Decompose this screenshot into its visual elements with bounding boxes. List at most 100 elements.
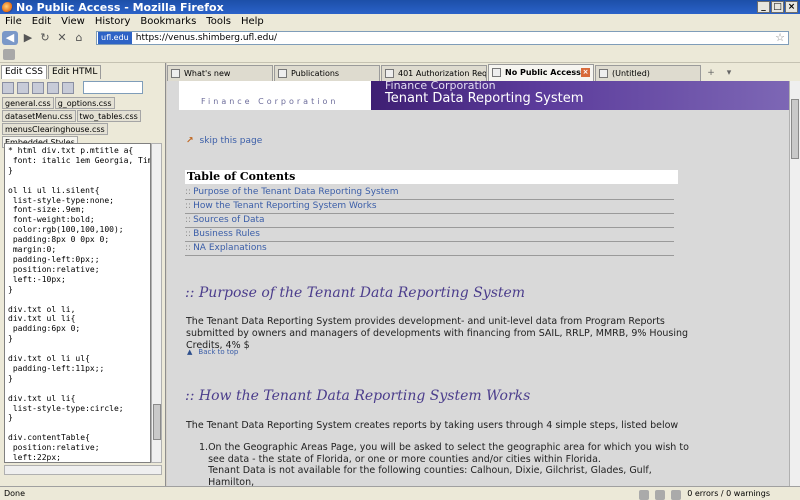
toc-item-sources[interactable]: :: Sources of Data [185, 214, 674, 228]
url-bar[interactable]: ufl.edu https://venus.shimberg.ufl.edu/ … [96, 31, 789, 45]
url-text[interactable]: https://venus.shimberg.ufl.edu/ [136, 33, 277, 43]
home-icon[interactable]: ⌂ [72, 31, 86, 45]
tab-whats-new[interactable]: What's new [167, 65, 273, 81]
paragraph-how: The Tenant Data Reporting System creates… [186, 420, 679, 431]
editor-vertical-scrollbar[interactable] [151, 143, 162, 463]
window-title: No Public Access - Mozilla Firefox [16, 0, 224, 14]
heading-purpose: :: Purpose of the Tenant Data Reporting … [185, 285, 526, 301]
tab-401-authorization[interactable]: 401 Authorization Requ... [381, 65, 487, 81]
menu-tools[interactable]: Tools [201, 16, 236, 27]
heading-how: :: How the Tenant Data Reporting System … [185, 388, 531, 404]
file-tab-g-options[interactable]: g_options.css [54, 97, 115, 109]
list-item: 1. On the Geographic Areas Page, you wil… [199, 442, 699, 486]
steps-list: 1. On the Geographic Areas Page, you wil… [199, 442, 699, 486]
tab-label: Publications [291, 69, 340, 78]
menu-bookmarks[interactable]: Bookmarks [135, 16, 201, 27]
skip-link[interactable]: ↗ skip this page [186, 136, 262, 146]
file-tab-dataset-menu[interactable]: datasetMenu.css [2, 110, 76, 122]
stylesheet-tabs: general.css g_options.css datasetMenu.cs… [0, 96, 165, 148]
panel-search-input[interactable] [83, 81, 143, 94]
addon-icon[interactable] [655, 489, 666, 500]
panel-tabs: Edit CSS Edit HTML [0, 63, 165, 79]
minimize-button[interactable]: _ [757, 1, 770, 13]
page-scroll-thumb[interactable] [791, 99, 799, 159]
tab-publications[interactable]: Publications [274, 65, 380, 81]
file-tab-general[interactable]: general.css [2, 97, 54, 109]
site-identity-badge[interactable]: ufl.edu [98, 32, 132, 44]
arrow-down-icon[interactable] [62, 81, 74, 94]
menu-history[interactable]: History [90, 16, 136, 27]
status-bar: Done 0 errors / 0 warnings [0, 486, 800, 500]
toc-item-business-rules[interactable]: :: Business Rules [185, 228, 674, 242]
editor-horizontal-scrollbar[interactable] [4, 465, 162, 475]
editor-scroll-thumb[interactable] [153, 404, 161, 440]
up-arrow-icon: ▲ [187, 348, 193, 356]
page-icon [278, 69, 287, 78]
arrow-icon: ↗ [186, 136, 194, 146]
error-icon[interactable] [671, 489, 682, 500]
stop-icon[interactable]: ✕ [55, 31, 69, 45]
toc-item-purpose[interactable]: :: Purpose of the Tenant Data Reporting S… [185, 186, 674, 200]
print-icon[interactable] [3, 49, 15, 60]
page-icon [599, 69, 608, 78]
forward-icon[interactable]: ▶ [21, 31, 35, 45]
firefox-icon [2, 1, 13, 13]
lock-icon[interactable] [639, 489, 650, 500]
step-1-note: Tenant Data is not available for the fol… [208, 465, 652, 486]
toc-item-na[interactable]: :: NA Explanations [185, 242, 674, 256]
css-editor-panel: Edit CSS Edit HTML general.css g_options… [0, 63, 166, 486]
paragraph-purpose: The Tenant Data Reporting System provide… [186, 316, 689, 351]
banner-logo-caption: Finance Corporation [201, 97, 339, 106]
file-tab-two-tables[interactable]: two_tables.css [76, 110, 141, 122]
window-title-bar: No Public Access - Mozilla Firefox _ □ × [0, 0, 800, 14]
tab-label: 401 Authorization Requ... [398, 69, 487, 78]
tab-label: No Public Access [505, 68, 581, 77]
toc-title: Table of Contents [185, 170, 678, 184]
back-to-top-link[interactable]: ▲ Back to top [187, 348, 238, 356]
new-tab-icon[interactable]: + [702, 65, 720, 81]
redo-icon[interactable] [47, 81, 59, 94]
menu-view[interactable]: View [56, 16, 90, 27]
browser-tab-strip: What's new Publications 401 Authorizatio… [167, 63, 800, 81]
banner-logo-area: Finance Corporation [179, 81, 371, 110]
page-vertical-scrollbar[interactable] [789, 81, 800, 486]
toc-item-how[interactable]: :: How the Tenant Reporting System Works [185, 200, 674, 214]
step-number: 1. [199, 442, 209, 453]
window-controls: _ □ × [757, 1, 798, 13]
open-icon[interactable] [17, 81, 29, 94]
tab-untitled[interactable]: (Untitled) [595, 65, 701, 81]
tab-label: What's new [184, 69, 231, 78]
reload-icon[interactable]: ↻ [38, 31, 52, 45]
back-to-top-text[interactable]: Back to top [198, 348, 238, 356]
menu-file[interactable]: File [0, 16, 27, 27]
page-content: ↗ skip this page Table of Contents :: Purp… [179, 110, 789, 486]
save-icon[interactable] [2, 81, 14, 94]
navigation-toolbar: ◀ ▶ ↻ ✕ ⌂ ufl.edu https://venus.shimberg… [0, 29, 800, 47]
maximize-button[interactable]: □ [771, 1, 784, 13]
menu-help[interactable]: Help [236, 16, 269, 27]
bookmarks-toolbar [0, 47, 800, 63]
menu-bar: File Edit View History Bookmarks Tools H… [0, 14, 800, 29]
bookmark-star-icon[interactable]: ☆ [775, 31, 785, 44]
css-code-editor[interactable]: * html div.txt p.mtitle a{ font: italic … [4, 143, 151, 463]
step-1-text: On the Geographic Areas Page, you will b… [208, 442, 689, 465]
tab-list-icon[interactable]: ▾ [720, 65, 738, 81]
close-button[interactable]: × [785, 1, 798, 13]
site-banner: Finance Corporation Finance Corporation … [179, 81, 789, 110]
tab-no-public-access[interactable]: No Public Access × [488, 64, 594, 81]
menu-edit[interactable]: Edit [27, 16, 56, 27]
close-tab-icon[interactable]: × [581, 68, 590, 77]
undo-icon[interactable] [32, 81, 44, 94]
tab-edit-css[interactable]: Edit CSS [1, 65, 47, 79]
skip-link-text[interactable]: skip this page [200, 136, 263, 146]
page-icon [492, 68, 501, 77]
file-tab-menus-clearinghouse[interactable]: menusClearinghouse.css [2, 123, 108, 135]
status-text: Done [4, 489, 26, 498]
error-count[interactable]: 0 errors / 0 warnings [687, 487, 770, 500]
panel-toolbar [0, 79, 165, 96]
toc-list: :: Purpose of the Tenant Data Reporting S… [185, 186, 674, 256]
page-viewport: Finance Corporation Finance Corporation … [167, 81, 789, 486]
page-icon [385, 69, 394, 78]
tab-edit-html[interactable]: Edit HTML [48, 65, 102, 79]
back-icon[interactable]: ◀ [2, 31, 18, 45]
